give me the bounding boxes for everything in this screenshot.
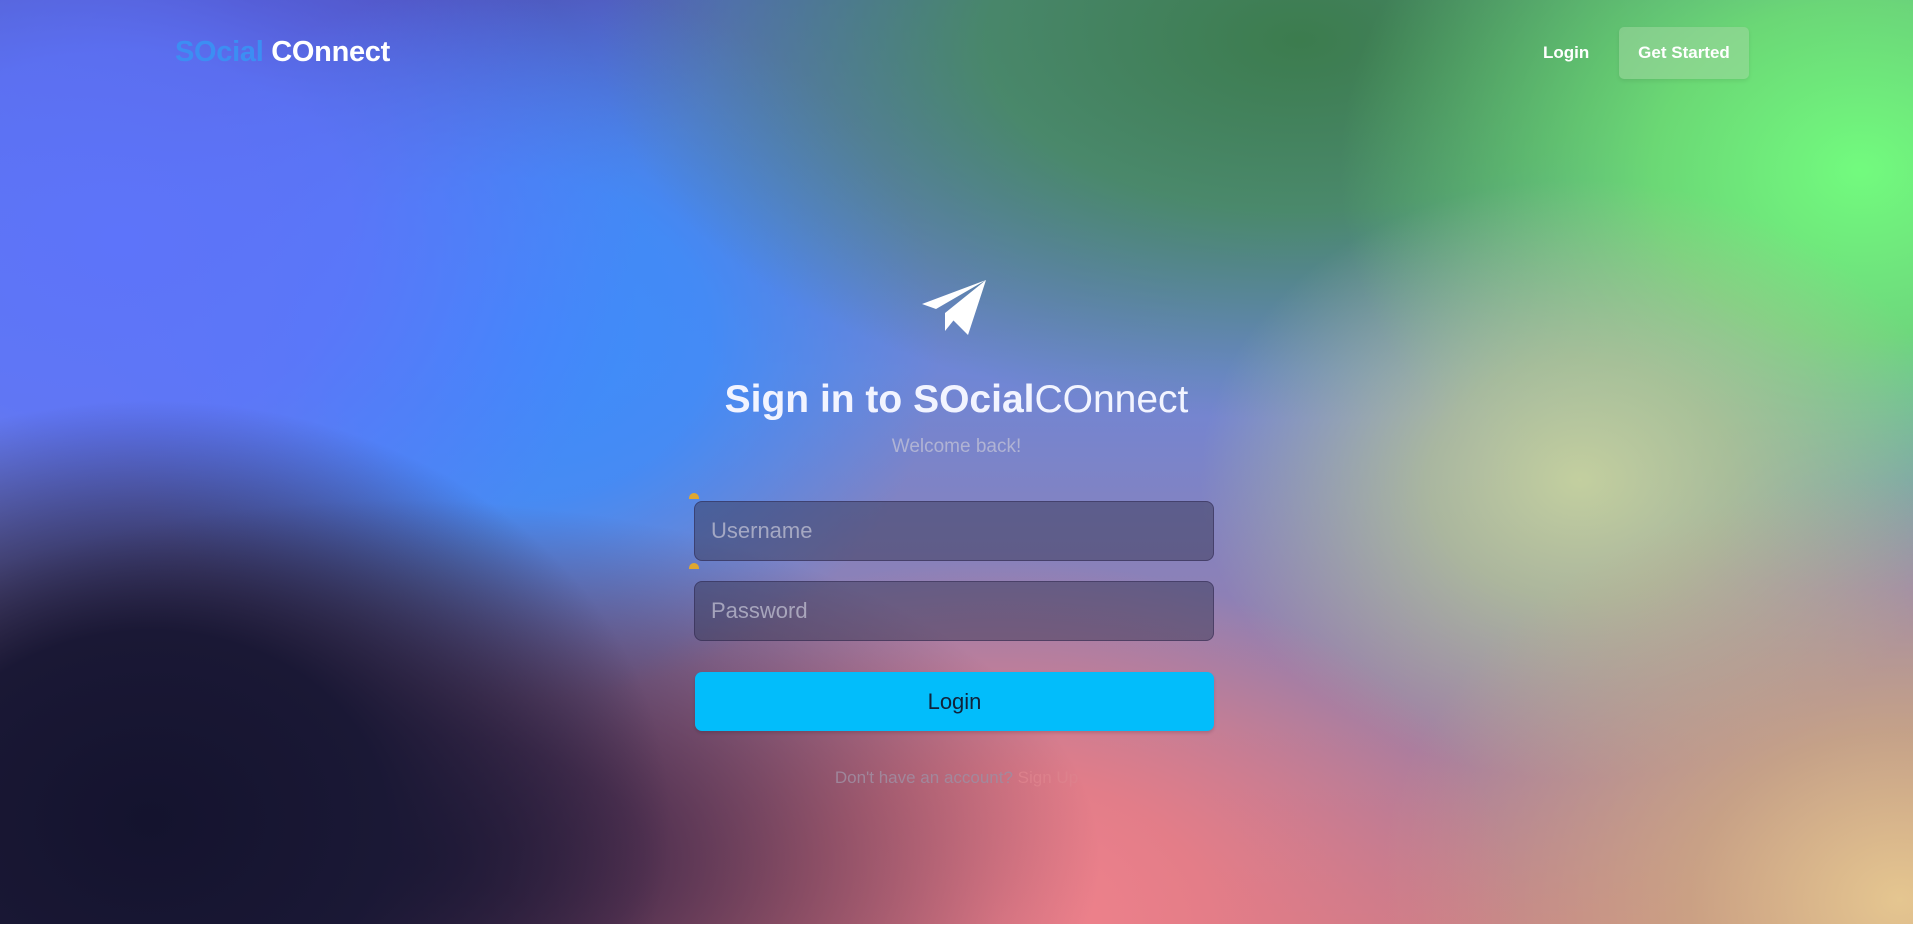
password-input[interactable]: [694, 581, 1214, 641]
title-brand-light: COnnect: [1034, 378, 1189, 421]
nav-login-link[interactable]: Login: [1543, 43, 1589, 63]
username-input[interactable]: [694, 501, 1214, 561]
username-hint-icon: [689, 493, 699, 499]
signup-prompt-text: Don't have an account?: [834, 768, 1018, 787]
login-button[interactable]: Login: [695, 672, 1214, 731]
signup-prompt: Don't have an account? Sign Up: [0, 768, 1913, 788]
paper-plane-icon: [922, 280, 986, 335]
brand-logo-part-social: SOcial: [175, 36, 264, 68]
brand-logo[interactable]: SOcial COnnect: [175, 36, 390, 69]
password-hint-icon: [689, 563, 699, 569]
welcome-subtitle: Welcome back!: [891, 436, 1022, 457]
login-page: SOcial COnnect Login Get Started Sign in…: [0, 0, 1913, 925]
get-started-button[interactable]: Get Started: [1619, 27, 1749, 79]
title-brand-bold: SOcial: [913, 378, 1035, 421]
signup-link[interactable]: Sign Up: [1018, 768, 1078, 787]
title-prefix: Sign in to: [724, 378, 914, 421]
brand-logo-part-connect: COnnect: [271, 36, 390, 68]
page-title: Sign in to SOcialCOnnect: [0, 378, 1913, 422]
